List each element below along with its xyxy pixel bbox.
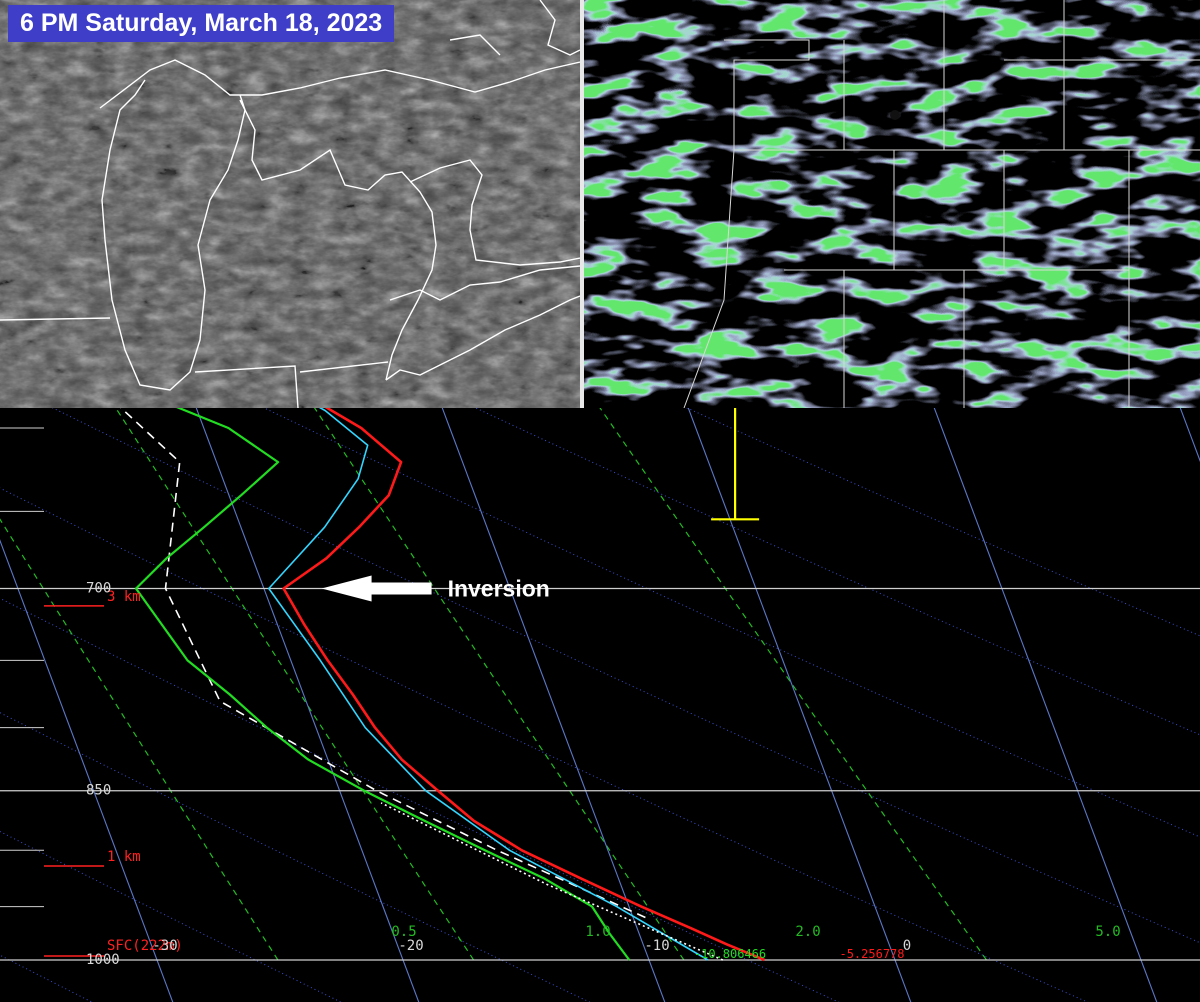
pressure-label: 700 (86, 581, 111, 597)
height-marker-label: 3 km (107, 589, 141, 605)
surface-temperature-label: -5.256778 (839, 947, 904, 961)
mixing-ratio-label: 0.5 (391, 924, 416, 940)
chart-background (0, 408, 1200, 1002)
height-marker-label: 1 km (107, 849, 141, 865)
date-time-banner: 6 PM Saturday, March 18, 2023 (8, 5, 395, 42)
temperature-tick-label: -10 (644, 938, 669, 954)
temperature-tick-label: -30 (152, 938, 177, 954)
mixing-ratio-label: 1.0 (585, 924, 610, 940)
radar-site-marker (890, 110, 900, 120)
radar-image (584, 0, 1200, 408)
mixing-ratio-label: 5.0 (1095, 924, 1120, 940)
satellite-image (0, 0, 580, 408)
pressure-label: 850 (86, 783, 111, 799)
pressure-label: 1000 (86, 952, 120, 968)
temperature-tick-label: -20 (398, 938, 423, 954)
mixing-ratio-label: 2.0 (795, 924, 820, 940)
surface-dewpoint-label: -10.806466 (694, 947, 766, 961)
inversion-label: Inversion (448, 576, 550, 602)
skew-t-chart: 6.7 C/kmInversion6 km3 km1 kmSFC(222m) 3… (0, 408, 1200, 1002)
